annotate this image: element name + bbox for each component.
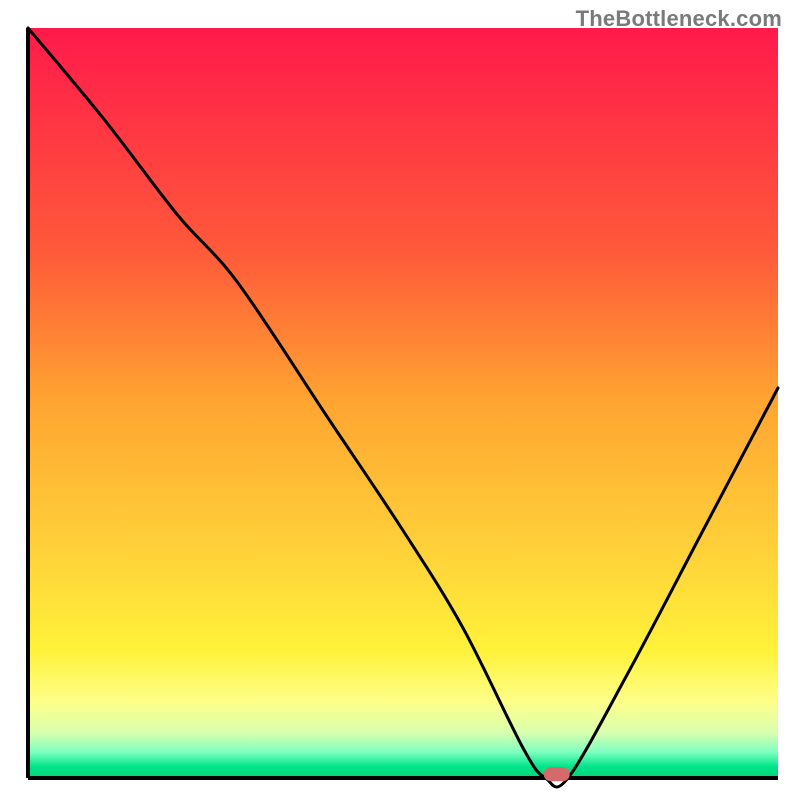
watermark-text: TheBottleneck.com	[576, 6, 782, 32]
chart-container: TheBottleneck.com	[0, 0, 800, 800]
optimal-point-marker	[544, 767, 570, 781]
plot-background	[28, 28, 778, 778]
bottleneck-chart	[0, 0, 800, 800]
